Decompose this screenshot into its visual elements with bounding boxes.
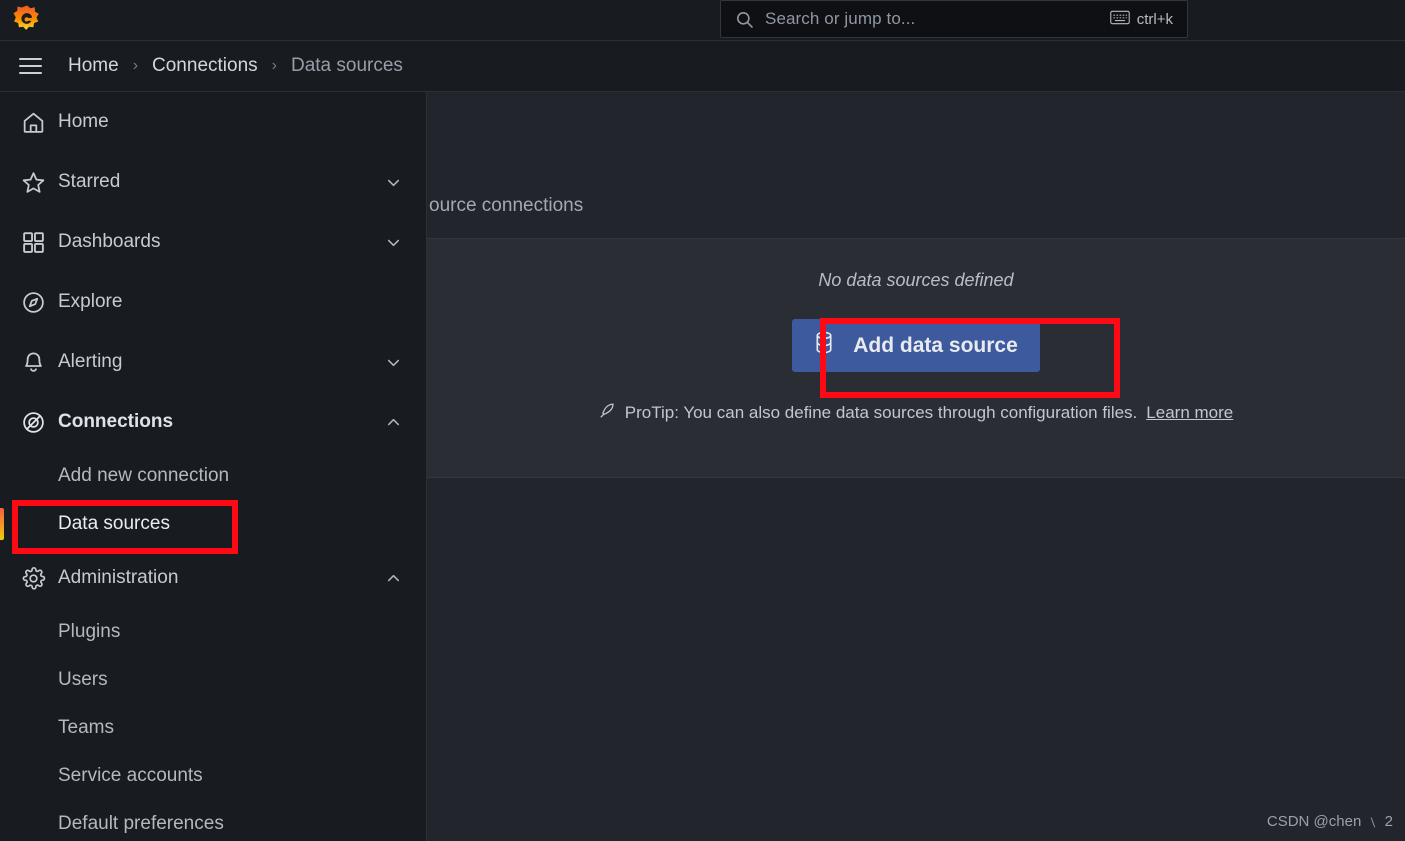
breadcrumb-separator-icon: › <box>132 57 139 74</box>
empty-state-title: No data sources defined <box>818 270 1014 290</box>
sidebar-item-administration[interactable]: Administration <box>0 548 426 608</box>
add-data-source-label: Add data source <box>853 333 1018 357</box>
sidebar-item-users[interactable]: Users <box>0 656 426 704</box>
page-subtitle: ource connections <box>429 195 584 216</box>
sidebar-item-dashboards[interactable]: Dashboards <box>0 212 426 272</box>
breadcrumb-bar: Home › Connections › Data sources <box>0 41 1405 92</box>
sidebar-item-label: Connections <box>58 411 174 432</box>
chevron-up-icon[interactable] <box>370 413 416 432</box>
add-data-source-button[interactable]: Add data source <box>792 319 1040 372</box>
sidebar-item-default-preferences[interactable]: Default preferences <box>0 800 426 841</box>
protip-row: ProTip: You can also define data sources… <box>599 402 1233 424</box>
search-shortcut-hint: ctrl+k <box>1109 10 1173 29</box>
sidebar-item-plugins[interactable]: Plugins <box>0 608 426 656</box>
sidebar-item-service-accounts[interactable]: Service accounts <box>0 752 426 800</box>
sidebar-item-label: Starred <box>58 171 121 192</box>
top-bar: Search or jump to... ctrl+k <box>0 0 1405 41</box>
keyboard-icon <box>1109 10 1130 29</box>
sidebar-item-label: Explore <box>58 291 123 312</box>
chevron-down-icon[interactable] <box>370 173 416 192</box>
home-icon <box>10 110 56 135</box>
sidebar-item-home[interactable]: Home <box>0 92 426 152</box>
compass-icon <box>10 290 56 315</box>
hamburger-menu-icon[interactable] <box>11 47 49 85</box>
learn-more-link[interactable]: Learn more <box>1146 403 1233 423</box>
main-content-area: ource connections No data sources define… <box>427 92 1405 841</box>
connections-icon <box>10 410 56 435</box>
global-search-bar[interactable]: Search or jump to... ctrl+k <box>720 0 1188 38</box>
sidebar-item-label: Alerting <box>58 351 123 372</box>
sidebar-item-teams[interactable]: Teams <box>0 704 426 752</box>
sidebar-item-data-sources[interactable]: Data sources <box>0 500 426 548</box>
sidebar-item-explore[interactable]: Explore <box>0 272 426 332</box>
sidebar-item-label: Data sources <box>58 513 170 534</box>
search-icon <box>735 10 754 29</box>
sidebar-item-label: Dashboards <box>58 231 161 252</box>
sidebar-item-label: Plugins <box>58 621 121 642</box>
gear-icon <box>10 566 56 591</box>
sidebar-item-label: Add new connection <box>58 465 230 486</box>
database-icon <box>814 331 834 360</box>
breadcrumb-item-connections[interactable]: Connections <box>150 55 260 77</box>
empty-state-card: No data sources defined Add data source <box>427 238 1405 478</box>
breadcrumb-separator-icon: › <box>271 57 277 74</box>
protip-rocket-icon <box>599 402 616 424</box>
sidebar-item-starred[interactable]: Starred <box>0 152 426 212</box>
search-input[interactable]: Search or jump to... <box>765 9 1099 29</box>
breadcrumb: Home › Connections › Data sources <box>66 55 405 77</box>
chevron-down-icon[interactable] <box>370 233 416 252</box>
dashboards-icon <box>10 230 56 255</box>
watermark-text: CSDN @chen ﹨ 2 <box>1266 813 1393 830</box>
sidebar-item-label: Administration <box>58 567 179 588</box>
search-shortcut-label: ctrl+k <box>1136 10 1173 28</box>
sidebar-item-connections[interactable]: Connections <box>0 392 426 452</box>
active-indicator-bar <box>0 508 4 540</box>
sidebar-item-alerting[interactable]: Alerting <box>0 332 426 392</box>
sidebar-item-add-new-connection[interactable]: Add new connection <box>0 452 426 500</box>
grafana-logo-icon[interactable] <box>9 2 45 38</box>
sidebar-item-label: Teams <box>58 717 114 738</box>
sidebar-item-label: Home <box>58 111 109 132</box>
chevron-down-icon[interactable] <box>370 353 416 372</box>
breadcrumb-item-home[interactable]: Home <box>66 55 121 77</box>
chevron-up-icon[interactable] <box>370 569 416 588</box>
sidebar-item-label: Default preferences <box>58 813 224 834</box>
breadcrumb-item-data-sources[interactable]: Data sources <box>289 55 405 77</box>
sidebar-nav: Home Starred Dashboards Explore Alerting… <box>0 92 427 841</box>
sidebar-item-label: Users <box>58 669 108 690</box>
grafana-app-window: Search or jump to... ctrl+k Home › Conne… <box>0 0 1405 841</box>
star-icon <box>10 170 56 195</box>
protip-text: ProTip: You can also define data sources… <box>624 403 1138 422</box>
sidebar-item-label: Service accounts <box>58 765 203 786</box>
bell-icon <box>10 350 56 375</box>
